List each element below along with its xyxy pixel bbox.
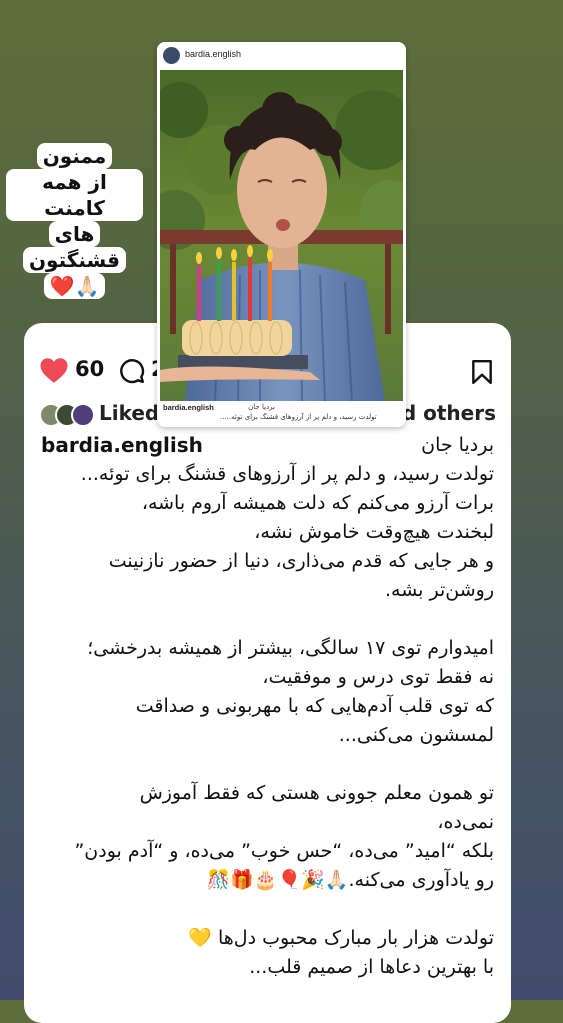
shared-post[interactable]: bardia.english bardia.english بردیا جان … bbox=[157, 42, 406, 427]
bookmark-icon[interactable] bbox=[471, 359, 493, 385]
post-photo bbox=[160, 70, 403, 401]
caption-line: امیدوارم توی ۱۷ سالگی، بیشتر از همیشه بد… bbox=[87, 637, 494, 659]
caption-line: و هر جایی که قدم می‌ذاری، دنیا از حضور ن… bbox=[108, 550, 494, 572]
shared-caption-line: تولدت رسید، و دلم پر از آرزوهای قشنگ برا… bbox=[220, 413, 377, 421]
post-card: 60 2 Liked d others bardia.english بردیا… bbox=[24, 323, 511, 1023]
caption-spacer bbox=[41, 605, 494, 634]
liker-avatars bbox=[39, 403, 95, 427]
shared-post-username[interactable]: bardia.english bbox=[185, 49, 241, 59]
caption-line: برات آرزو می‌کنم که دلت همیشه آروم باشه، bbox=[141, 492, 494, 514]
liked-by-others[interactable]: d others bbox=[402, 401, 496, 425]
caption-username[interactable]: bardia.english bbox=[41, 431, 203, 460]
shared-caption-line: بردیا جان bbox=[248, 403, 275, 411]
shared-caption-username: bardia.english bbox=[163, 403, 214, 412]
caption-line: بلکه “امید” می‌ده، “حس خوب” می‌ده، و “آد… bbox=[74, 840, 494, 862]
thank-you-sticker: ممنون از همه کامنت های قشنگتون 🙏🏻❤️ bbox=[6, 143, 143, 299]
sticker-emoji: 🙏🏻❤️ bbox=[43, 273, 106, 299]
caption-line: نمی‌ده، bbox=[437, 811, 494, 833]
sticker-line: از همه کامنت bbox=[6, 169, 143, 221]
shared-post-caption: bardia.english بردیا جان تولدت رسید، و د… bbox=[160, 402, 403, 424]
caption-line: رو یادآوری می‌کنه.🙏🏻🎉🎈🎂🎁🎊 bbox=[206, 869, 494, 891]
caption-line: که توی قلب آدم‌هایی که با مهربونی و صداق… bbox=[135, 695, 494, 717]
avatar bbox=[163, 47, 180, 64]
sticker-line: قشنگتون bbox=[22, 247, 126, 273]
sticker-line: های bbox=[48, 221, 101, 247]
post-caption: bardia.english بردیا جان تولدت رسید، و د… bbox=[41, 431, 494, 982]
avatar bbox=[71, 403, 95, 427]
caption-line: تو همون معلم جوونی هستی که فقط آموزش bbox=[139, 782, 494, 804]
caption-line: تولدت هزار بار مبارک محبوب دل‌ها 💛 bbox=[188, 927, 494, 949]
caption-line: با بهترین دعاها از صمیم قلب... bbox=[249, 956, 494, 978]
caption-line: لبخندت هیچ‌وقت خاموش نشه، bbox=[254, 521, 494, 543]
heart-icon[interactable] bbox=[39, 357, 69, 384]
caption-spacer bbox=[41, 895, 494, 924]
liked-by-text: Liked bbox=[99, 401, 160, 425]
caption-spacer bbox=[41, 750, 494, 779]
shared-post-header: bardia.english bbox=[157, 42, 406, 70]
comment-icon[interactable] bbox=[119, 358, 145, 384]
like-count: 60 bbox=[75, 357, 105, 381]
caption-line: روشن‌تر بشه. bbox=[384, 579, 494, 601]
caption-line: لمسشون می‌کنی... bbox=[338, 724, 494, 746]
caption-line: نه فقط توی درس و موفقیت، bbox=[262, 666, 494, 688]
caption-line: تولدت رسید، و دلم پر از آرزوهای قشنگ برا… bbox=[80, 463, 494, 485]
sticker-line: ممنون bbox=[36, 143, 113, 169]
